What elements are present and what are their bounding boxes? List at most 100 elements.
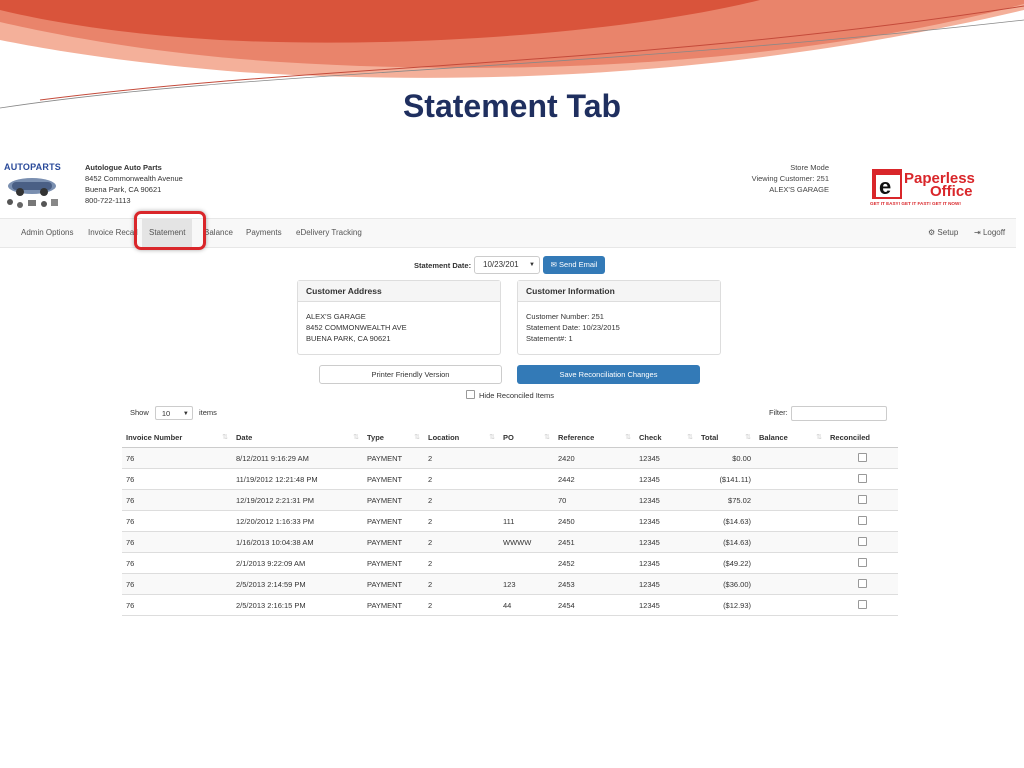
- column-header-label: Reference: [558, 432, 595, 442]
- sort-icon: ⇅: [816, 434, 822, 441]
- gear-icon: ⚙: [928, 228, 936, 237]
- company-name: Autologue Auto Parts: [85, 163, 162, 172]
- envelope-icon: ✉: [550, 260, 557, 269]
- nav-admin-options[interactable]: Admin Options: [21, 219, 73, 247]
- table-cell: 12345: [635, 594, 697, 616]
- table-row: 76 12/20/2012 1:16:33 PM PAYMENT 2 111 2450 12…: [122, 510, 898, 532]
- send-email-button[interactable]: ✉ Send Email: [543, 256, 605, 274]
- column-header-label: Check: [639, 432, 662, 442]
- column-header[interactable]: Check ⇅: [635, 427, 697, 448]
- setup-label: Setup: [937, 228, 959, 237]
- filter-input[interactable]: [790, 405, 887, 421]
- sort-icon: ⇅: [222, 434, 228, 441]
- reconciled-cell: [826, 447, 898, 469]
- table-cell: 2453: [554, 573, 635, 595]
- caret-down-icon: ▼: [529, 262, 535, 268]
- logoff-label: Logoff: [982, 228, 1006, 237]
- table-cell: 2442: [554, 468, 635, 490]
- table-cell: PAYMENT: [363, 468, 424, 490]
- table-cell: ($49.22): [697, 552, 755, 574]
- reconciled-checkbox[interactable]: [857, 600, 867, 609]
- customer-information-panel: Customer Information Customer Number: 25…: [517, 280, 721, 355]
- table-cell: PAYMENT: [363, 531, 424, 553]
- column-header[interactable]: Reconciled: [826, 427, 898, 448]
- table-cell: 44: [499, 594, 554, 616]
- reconciled-checkbox[interactable]: [857, 495, 867, 504]
- reconciled-checkbox[interactable]: [857, 558, 867, 567]
- nav-payments[interactable]: Payments: [246, 219, 282, 247]
- table-cell: 12345: [635, 468, 697, 490]
- table-cell: ($36.00): [697, 573, 755, 595]
- table-cell: 2: [424, 594, 499, 616]
- table-cell: 76: [122, 531, 232, 553]
- reconciled-cell: [826, 510, 898, 532]
- caret-down-icon: ▼: [182, 411, 189, 418]
- page-size-control: Show 10 ▼ items: [130, 405, 217, 421]
- statement-date-label: Statement Date:: [414, 261, 472, 270]
- reconciled-checkbox[interactable]: [857, 516, 867, 525]
- table-cell: [499, 447, 554, 469]
- hide-reconciled-checkbox[interactable]: [466, 390, 475, 399]
- table-cell: 1/16/2013 10:04:38 AM: [232, 531, 363, 553]
- save-reconciliation-button[interactable]: Save Reconciliation Changes: [517, 365, 700, 384]
- table-cell: 2451: [554, 531, 635, 553]
- table-cell: [499, 489, 554, 511]
- nav-setup[interactable]: ⚙ Setup: [928, 219, 958, 247]
- table-cell: 70: [554, 489, 635, 511]
- table-cell: [755, 510, 826, 532]
- column-header-label: Reconciled: [830, 432, 871, 442]
- nav-edelivery-tracking[interactable]: eDelivery Tracking: [296, 219, 362, 247]
- car-parts-icon: [7, 178, 58, 208]
- table-cell: 76: [122, 552, 232, 574]
- column-header[interactable]: Total ⇅: [697, 427, 755, 448]
- column-header[interactable]: Balance ⇅: [755, 427, 826, 448]
- nav-logoff[interactable]: ⇥ Logoff: [974, 219, 1005, 247]
- table-cell: 111: [499, 510, 554, 532]
- table-header-row: Invoice Number ⇅ Date ⇅ Type ⇅ Location ⇅ PO ⇅ Ref…: [122, 427, 898, 448]
- column-header[interactable]: Type ⇅: [363, 427, 424, 448]
- hide-reconciled-toggle[interactable]: Hide Reconciled Items: [466, 390, 554, 401]
- table-cell: PAYMENT: [363, 573, 424, 595]
- statement-date-select[interactable]: 10/23/201 ▼: [474, 256, 540, 274]
- printer-friendly-button[interactable]: Printer Friendly Version: [319, 365, 502, 384]
- column-header[interactable]: PO ⇅: [499, 427, 554, 448]
- slide-title: Statement Tab: [402, 88, 622, 124]
- show-label: Show: [130, 408, 149, 417]
- sort-icon: ⇅: [625, 434, 631, 441]
- sort-icon: ⇅: [544, 434, 550, 441]
- company-address-1: 8452 Commonwealth Avenue: [85, 174, 183, 183]
- column-header[interactable]: Invoice Number ⇅: [122, 427, 232, 448]
- nav-balance[interactable]: Balance: [204, 219, 233, 247]
- table-cell: WWWW: [499, 531, 554, 553]
- table-cell: 2450: [554, 510, 635, 532]
- table-cell: PAYMENT: [363, 510, 424, 532]
- column-header[interactable]: Reference ⇅: [554, 427, 635, 448]
- table-row: 76 2/5/2013 2:14:59 PM PAYMENT 2 123 2453 1234…: [122, 573, 898, 595]
- reconciled-cell: [826, 552, 898, 574]
- column-header[interactable]: Date ⇅: [232, 427, 363, 448]
- reconciled-checkbox[interactable]: [857, 474, 867, 483]
- table-cell: [755, 531, 826, 553]
- customer-address-title: Customer Address: [298, 281, 500, 302]
- sort-icon: ⇅: [414, 434, 420, 441]
- reconciled-cell: [826, 468, 898, 490]
- customer-information-title: Customer Information: [518, 281, 720, 302]
- svg-text:e: e: [879, 174, 891, 199]
- reconciled-checkbox[interactable]: [857, 579, 867, 588]
- page-size-select[interactable]: 10 ▼: [154, 406, 193, 421]
- address-line: BUENA PARK, CA 90621: [306, 334, 391, 343]
- table-cell: 12345: [635, 531, 697, 553]
- reconciled-checkbox[interactable]: [857, 453, 867, 462]
- column-header[interactable]: Location ⇅: [424, 427, 499, 448]
- column-header-label: PO: [503, 432, 514, 442]
- table-body: 76 8/12/2011 9:16:29 AM PAYMENT 2 2420 12345 $…: [122, 447, 898, 616]
- table-cell: 2: [424, 531, 499, 553]
- info-line: Customer Number: 251: [526, 312, 604, 321]
- column-header-label: Invoice Number: [126, 432, 183, 442]
- store-mode: Store Mode: [790, 163, 829, 172]
- reconciled-cell: [826, 531, 898, 553]
- reconciled-checkbox[interactable]: [857, 537, 867, 546]
- table-cell: 12345: [635, 573, 697, 595]
- nav-invoice-recall[interactable]: Invoice Recall: [88, 219, 138, 247]
- column-header-label: Type: [367, 432, 384, 442]
